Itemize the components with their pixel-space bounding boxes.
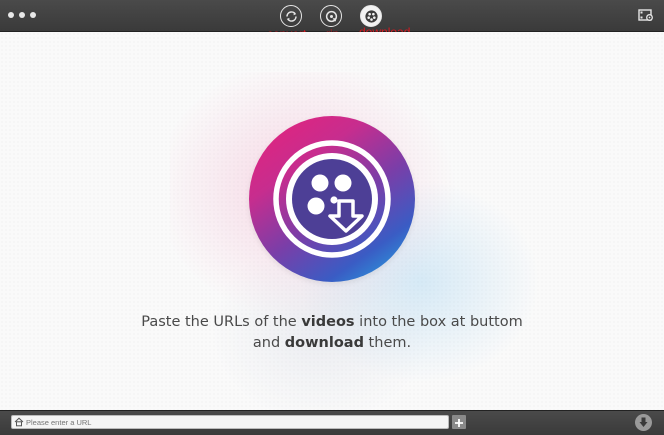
download-logo bbox=[249, 116, 415, 282]
window-controls bbox=[8, 12, 36, 18]
download-button[interactable] bbox=[635, 414, 652, 431]
add-url-button[interactable] bbox=[452, 415, 466, 429]
message-bold-download: download bbox=[284, 335, 364, 351]
rip-disc-icon bbox=[325, 10, 337, 22]
url-input[interactable] bbox=[26, 416, 446, 428]
instructions-line-1: Paste the URLs of the videos into the bo… bbox=[0, 312, 664, 333]
main-content: Paste the URLs of the videos into the bo… bbox=[0, 32, 664, 410]
home-icon bbox=[14, 417, 24, 427]
message-part2: into the box at buttom bbox=[354, 314, 523, 330]
message-part3: and bbox=[252, 335, 285, 351]
tab-rip[interactable] bbox=[320, 5, 342, 27]
instructions-line-2: and download them. bbox=[0, 333, 664, 354]
message-bold-videos: videos bbox=[301, 314, 355, 330]
message-part4: them. bbox=[363, 335, 412, 351]
video-download-icon bbox=[273, 140, 391, 258]
tab-download[interactable] bbox=[360, 5, 382, 27]
film-reel-icon bbox=[364, 9, 378, 23]
film-settings-icon[interactable] bbox=[638, 8, 654, 22]
zoom-button[interactable] bbox=[30, 12, 36, 18]
message-part1: Paste the URLs of the bbox=[141, 314, 302, 330]
plus-icon bbox=[455, 419, 463, 427]
instructions-text: Paste the URLs of the videos into the bo… bbox=[0, 312, 664, 354]
url-field[interactable] bbox=[11, 415, 449, 429]
minimize-button[interactable] bbox=[19, 12, 25, 18]
close-button[interactable] bbox=[8, 12, 14, 18]
convert-icon bbox=[285, 10, 297, 22]
download-arrow-icon bbox=[639, 417, 648, 427]
bottom-bar bbox=[0, 410, 664, 435]
tab-convert[interactable] bbox=[280, 5, 302, 27]
